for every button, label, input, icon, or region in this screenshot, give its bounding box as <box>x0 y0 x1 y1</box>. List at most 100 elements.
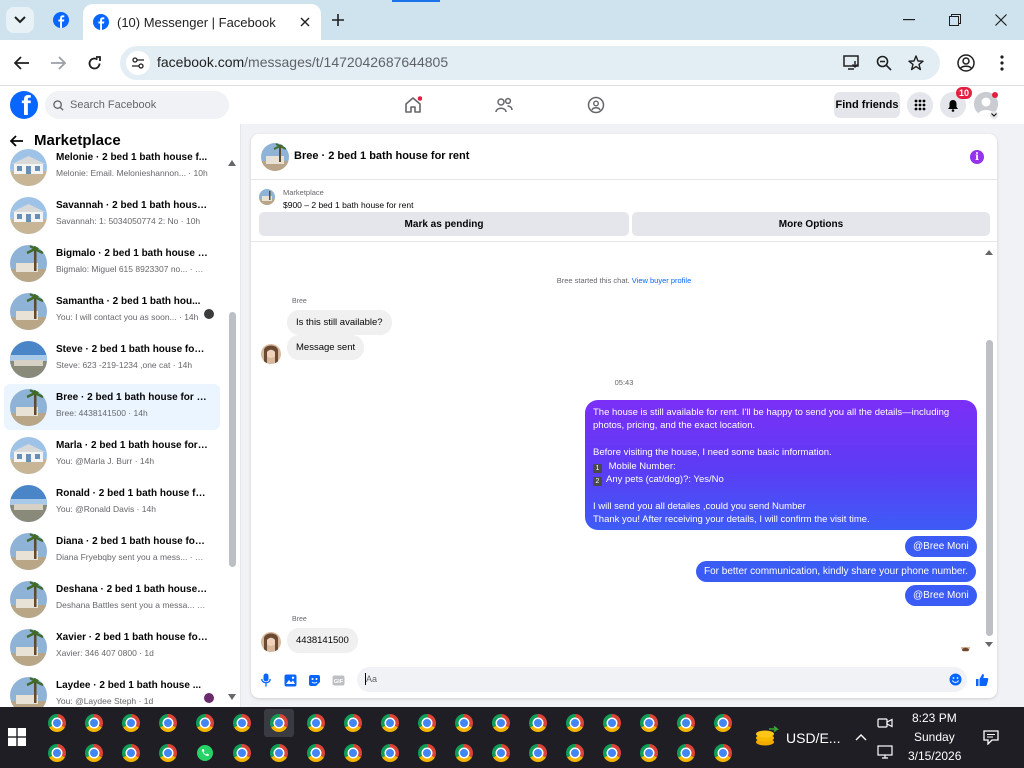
taskbar-chrome-icon[interactable] <box>153 739 183 767</box>
conversation-list-scrollbar[interactable] <box>229 312 236 567</box>
forward-arrow-icon[interactable] <box>45 50 71 76</box>
taskbar-chrome-icon[interactable] <box>79 709 109 737</box>
bookmark-star-icon[interactable] <box>906 53 926 73</box>
conversation-item[interactable]: Ronald · 2 bed 1 bath house for... You: @… <box>4 480 220 526</box>
scroll-down-arrow-icon[interactable] <box>228 694 236 700</box>
zoom-icon[interactable] <box>874 53 894 73</box>
taskbar-chrome-icon[interactable] <box>227 709 257 737</box>
gif-icon[interactable]: GIF <box>331 673 345 687</box>
chat-avatar[interactable] <box>261 143 289 171</box>
thumbs-up-icon[interactable] <box>975 673 989 687</box>
conversation-item[interactable]: Bree · 2 bed 1 bath house for re... Bree:… <box>4 384 220 430</box>
conversation-item[interactable]: Samantha · 2 bed 1 bath hou... You: I wil… <box>4 288 220 334</box>
sender-avatar[interactable] <box>261 344 281 364</box>
view-buyer-profile-link[interactable]: View buyer profile <box>632 276 691 285</box>
new-tab-plus-icon[interactable] <box>326 8 350 32</box>
sender-avatar[interactable] <box>261 632 281 652</box>
taskbar-chrome-icon[interactable] <box>634 709 664 737</box>
currency-widget-icon[interactable] <box>754 725 780 749</box>
scroll-up-arrow-icon[interactable] <box>228 160 236 166</box>
taskbar-chrome-icon[interactable] <box>560 709 590 737</box>
find-friends-button[interactable]: Find friends <box>834 92 900 118</box>
taskbar-chrome-icon[interactable] <box>301 709 331 737</box>
taskbar-chrome-icon[interactable] <box>597 739 627 767</box>
clock-day[interactable]: Sunday <box>914 730 955 744</box>
chat-scroll-down-icon[interactable] <box>984 641 994 649</box>
conversation-item[interactable]: Laydee · 2 bed 1 bath house ... You: @Lay… <box>4 672 220 707</box>
taskbar-chrome-icon[interactable] <box>634 739 664 767</box>
conversation-item[interactable]: Bigmalo · 2 bed 1 bath house f... Bigmalo… <box>4 240 220 286</box>
taskbar-chrome-icon[interactable] <box>338 739 368 767</box>
facebook-logo[interactable]: f <box>10 91 38 119</box>
minimize-icon[interactable] <box>886 0 932 40</box>
facebook-search-input[interactable]: Search Facebook <box>45 91 229 119</box>
taskbar-chrome-icon[interactable] <box>79 739 109 767</box>
taskbar-chrome-icon[interactable] <box>412 739 442 767</box>
url-text[interactable]: facebook.com/messages/t/1472042687644805 <box>157 54 448 70</box>
message-input[interactable]: Aa <box>357 667 967 692</box>
profile-account-icon[interactable] <box>953 50 979 76</box>
taskbar-chrome-icon[interactable] <box>708 709 738 737</box>
meet-now-camera-icon[interactable] <box>876 714 894 732</box>
taskbar-chrome-icon[interactable] <box>449 709 479 737</box>
inactive-tab-facebook[interactable] <box>46 6 76 34</box>
mark-as-pending-button[interactable]: Mark as pending <box>259 212 629 236</box>
friends-icon[interactable] <box>493 94 515 116</box>
conversation-item[interactable]: Diana · 2 bed 1 bath house for r... Diana… <box>4 528 220 574</box>
clock-time[interactable]: 8:23 PM <box>912 711 957 725</box>
taskbar-chrome-icon[interactable] <box>42 709 72 737</box>
chat-scroll-up-icon[interactable] <box>984 248 994 256</box>
back-arrow-icon[interactable] <box>9 50 35 76</box>
conversation-item[interactable]: Melonie · 2 bed 1 bath house f... Melonie… <box>4 144 220 190</box>
reload-icon[interactable] <box>81 50 107 76</box>
more-options-button[interactable]: More Options <box>632 212 990 236</box>
taskbar-chrome-icon[interactable] <box>264 739 294 767</box>
currency-widget-label[interactable]: USD/E... <box>786 730 840 746</box>
browser-menu-icon[interactable] <box>989 50 1015 76</box>
address-bar[interactable]: facebook.com/messages/t/1472042687644805 <box>120 46 940 80</box>
photo-gallery-icon[interactable] <box>283 673 297 687</box>
taskbar-chrome-icon[interactable] <box>375 709 405 737</box>
windows-start-icon[interactable] <box>8 728 26 746</box>
conversation-item[interactable]: Deshana · 2 bed 1 bath house f... Deshana… <box>4 576 220 622</box>
taskbar-chrome-icon[interactable] <box>338 709 368 737</box>
taskbar-chrome-icon[interactable] <box>227 739 257 767</box>
taskbar-chrome-icon[interactable] <box>264 709 294 737</box>
taskbar-chrome-icon[interactable] <box>597 709 627 737</box>
taskbar-chrome-icon[interactable] <box>42 739 72 767</box>
account-chevron-icon[interactable] <box>990 111 998 119</box>
tab-search-button[interactable] <box>6 7 34 33</box>
sticker-icon[interactable] <box>307 673 321 687</box>
taskbar-chrome-icon[interactable] <box>190 709 220 737</box>
chat-scrollbar[interactable] <box>986 340 993 636</box>
home-icon[interactable] <box>402 94 424 116</box>
taskbar-chrome-icon[interactable] <box>523 739 553 767</box>
site-info-icon[interactable] <box>126 51 150 75</box>
chat-title[interactable]: Bree · 2 bed 1 bath house for rent <box>294 150 469 162</box>
groups-icon[interactable] <box>585 94 607 116</box>
network-icon[interactable] <box>876 743 894 761</box>
install-app-icon[interactable] <box>842 53 862 73</box>
notification-center-icon[interactable] <box>980 727 1002 747</box>
taskbar-chrome-icon[interactable] <box>560 739 590 767</box>
conversation-item[interactable]: Savannah · 2 bed 1 bath house ... Savanna… <box>4 192 220 238</box>
taskbar-chrome-icon[interactable] <box>301 739 331 767</box>
taskbar-chrome-icon[interactable] <box>116 739 146 767</box>
conversation-item[interactable]: Marla · 2 bed 1 bath house for r... You: … <box>4 432 220 478</box>
incoming-message[interactable]: Is this still available? <box>287 310 392 335</box>
taskbar-chrome-icon[interactable] <box>116 709 146 737</box>
info-icon[interactable]: i <box>970 150 984 164</box>
listing-thumbnail[interactable] <box>259 189 275 205</box>
outgoing-mention[interactable]: @Bree Moni <box>905 536 977 557</box>
conversation-item[interactable]: Xavier · 2 bed 1 bath house for ... Xavie… <box>4 624 220 670</box>
outgoing-mention[interactable]: @Bree Moni <box>905 585 977 606</box>
taskbar-chrome-icon[interactable] <box>486 739 516 767</box>
taskbar-whatsapp-icon[interactable] <box>190 739 220 767</box>
incoming-message[interactable]: Message sent <box>287 335 365 360</box>
outgoing-message[interactable]: The house is still available for rent. I… <box>585 400 977 530</box>
tab-messenger[interactable]: (10) Messenger | Facebook <box>83 4 321 40</box>
listing-price[interactable]: $900 – 2 bed 1 bath house for rent <box>283 200 413 210</box>
taskbar-chrome-icon[interactable] <box>671 709 701 737</box>
outgoing-message[interactable]: For better communication, kindly share y… <box>696 561 977 582</box>
taskbar-chrome-icon[interactable] <box>153 709 183 737</box>
